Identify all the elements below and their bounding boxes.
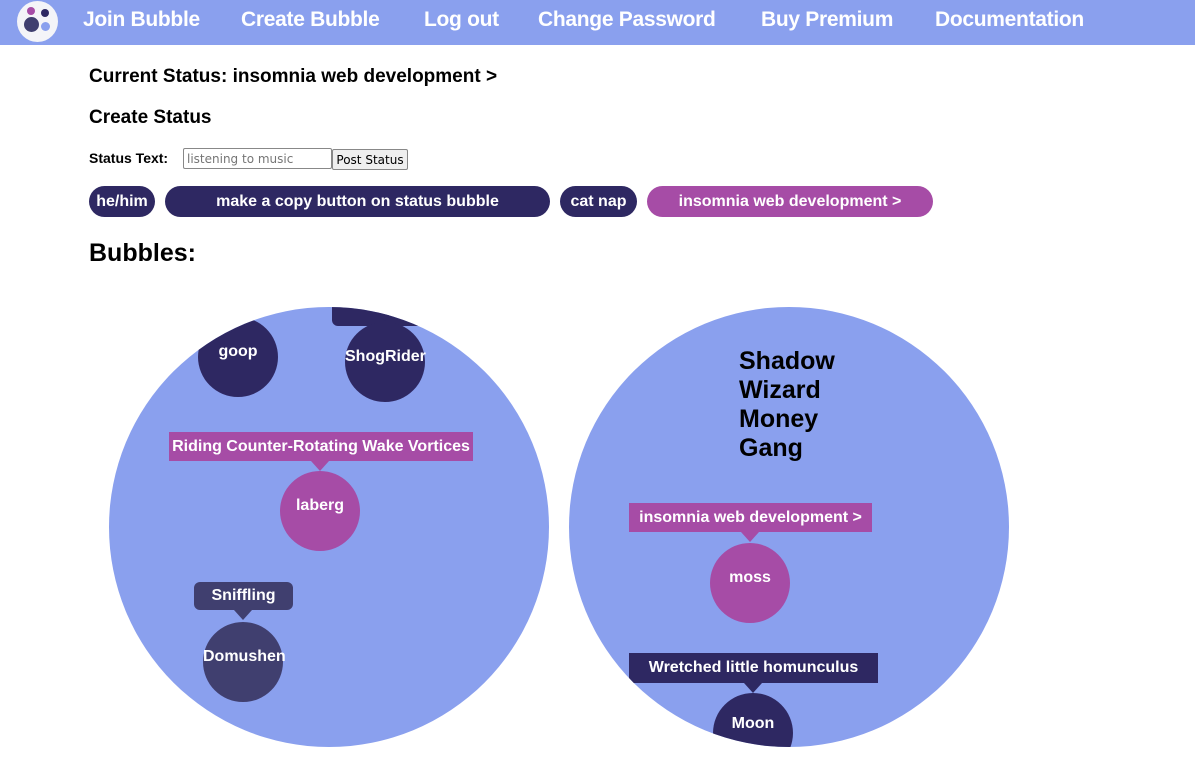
bubble-circle[interactable]: goop ShogRider Riding Counter-Rotating W… bbox=[109, 307, 549, 747]
user-bubble-shogrider[interactable]: ShogRider bbox=[345, 322, 426, 402]
user-bubble-domushen[interactable]: Domushen bbox=[203, 622, 286, 702]
bubble-circle[interactable]: Shadow Wizard Money Gang insomnia web de… bbox=[569, 307, 1009, 747]
post-status-button[interactable]: Post Status bbox=[332, 149, 408, 170]
tooltip-pointer bbox=[311, 461, 329, 471]
bubbles-heading: Bubbles: bbox=[89, 239, 196, 267]
status-text-label: Status Text: bbox=[89, 150, 169, 166]
status-pill[interactable]: cat nap bbox=[560, 186, 637, 217]
create-status-heading: Create Status bbox=[89, 107, 212, 128]
bubble-logo[interactable] bbox=[17, 1, 58, 42]
nav-log-out[interactable]: Log out bbox=[424, 8, 499, 32]
status-tooltip: Sniffling bbox=[194, 582, 293, 610]
bubble-title: Shadow Wizard Money Gang bbox=[739, 347, 835, 462]
nav-buy-premium[interactable]: Buy Premium bbox=[761, 8, 893, 32]
nav-create-bubble[interactable]: Create Bubble bbox=[241, 8, 380, 32]
tooltip-pointer bbox=[376, 311, 394, 321]
nav-bar: Join Bubble Create Bubble Log out Change… bbox=[0, 0, 1195, 45]
status-pill[interactable]: make a copy button on status bubble bbox=[165, 186, 550, 217]
current-status: Current Status: insomnia web development… bbox=[89, 66, 498, 87]
tooltip-pointer bbox=[234, 610, 252, 620]
user-bubble-laberg[interactable]: laberg bbox=[280, 471, 360, 551]
tooltip-pointer bbox=[744, 683, 762, 693]
user-bubble-goop[interactable]: goop bbox=[198, 317, 278, 397]
status-tooltip: Wretched little homunculus bbox=[629, 653, 878, 683]
status-text-input[interactable] bbox=[183, 148, 332, 169]
user-bubble-moss[interactable]: moss bbox=[710, 543, 790, 623]
nav-change-password[interactable]: Change Password bbox=[538, 8, 716, 32]
status-pill-current[interactable]: insomnia web development > bbox=[647, 186, 933, 217]
user-bubble-moon[interactable]: Moon bbox=[713, 693, 793, 747]
tooltip-pointer bbox=[741, 532, 759, 542]
status-tooltip: Riding Counter-Rotating Wake Vortices bbox=[169, 432, 473, 461]
nav-join-bubble[interactable]: Join Bubble bbox=[83, 8, 200, 32]
status-tooltip: insomnia web development > bbox=[629, 503, 872, 532]
nav-documentation[interactable]: Documentation bbox=[935, 8, 1084, 32]
status-pill[interactable]: he/him bbox=[89, 186, 155, 217]
